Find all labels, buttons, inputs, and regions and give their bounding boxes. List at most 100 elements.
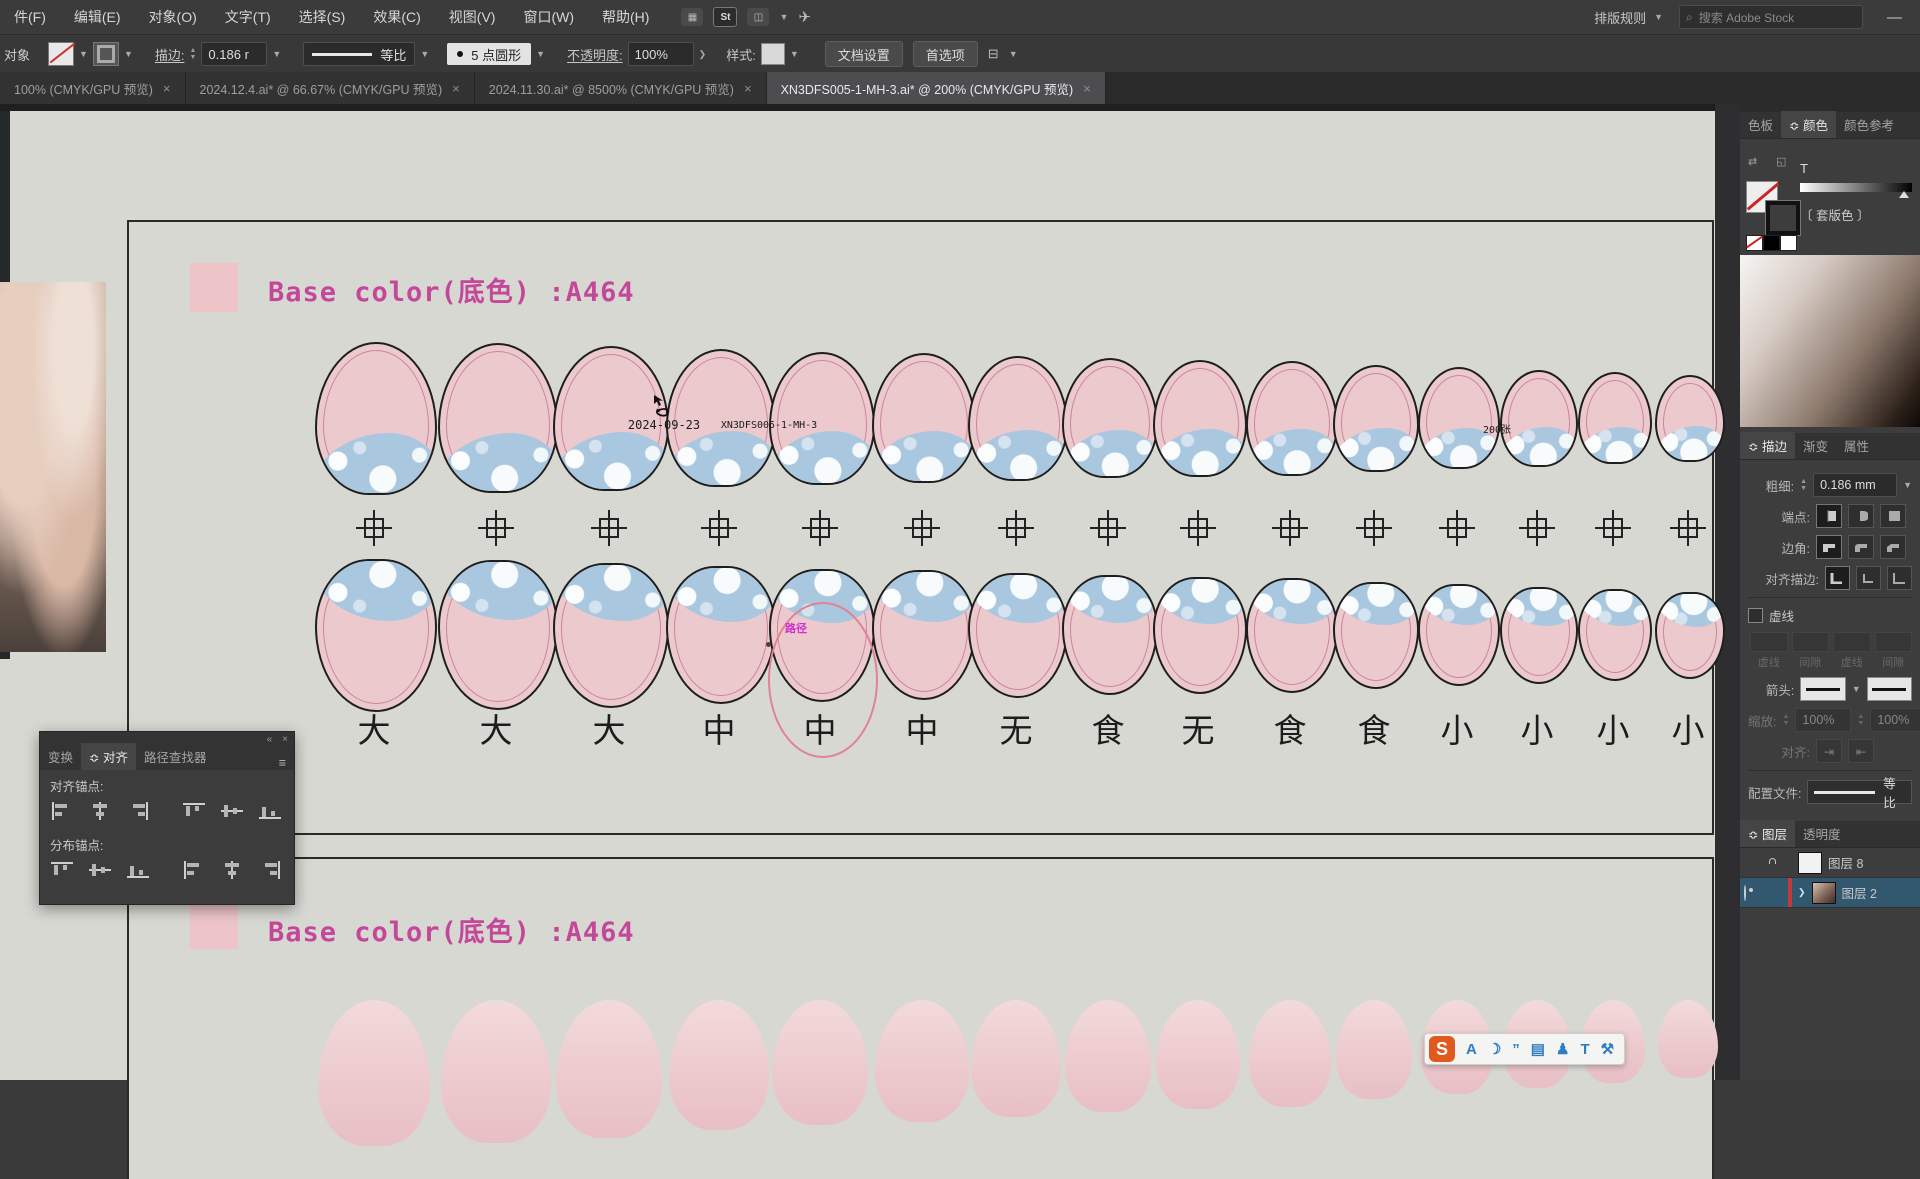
finger-size-label[interactable]: 大 — [593, 704, 626, 752]
align-bottom-icon[interactable] — [258, 801, 282, 821]
stroke-box-swatch[interactable] — [1766, 201, 1800, 235]
base-color-swatch-2[interactable] — [190, 900, 238, 949]
butt-cap-button[interactable] — [1816, 504, 1842, 528]
document-setup-button[interactable]: 文档设置 — [825, 41, 903, 67]
registration-mark-icon[interactable] — [904, 510, 940, 546]
stroke-color-swatch[interactable] — [93, 42, 119, 66]
registration-mark-icon[interactable] — [1439, 510, 1475, 546]
chevron-down-icon[interactable]: ▼ — [1903, 480, 1912, 490]
anchor-point[interactable] — [766, 642, 771, 647]
stroke-weight-stepper[interactable]: ▲▼ — [189, 47, 196, 61]
distribute-top-icon[interactable] — [50, 860, 74, 880]
finger-size-label[interactable]: 无 — [1000, 704, 1033, 752]
menu-视图(V)[interactable]: 视图(V) — [435, 0, 510, 34]
chevron-down-icon[interactable]: ▼ — [1852, 684, 1861, 694]
align-stroke-outside-button[interactable] — [1887, 566, 1912, 590]
registration-mark-icon[interactable] — [1595, 510, 1631, 546]
registration-mark-icon[interactable] — [1356, 510, 1392, 546]
nail-shape[interactable] — [1578, 372, 1652, 464]
distribute-left-icon[interactable] — [182, 860, 206, 880]
menu-文字(T)[interactable]: 文字(T) — [211, 0, 285, 34]
chevron-down-icon[interactable]: ▼ — [779, 12, 788, 22]
preferences-button[interactable]: 首选项 — [913, 41, 978, 67]
swap-colors-icon[interactable]: ⇄ — [1748, 155, 1757, 168]
arrowhead-end-select[interactable] — [1867, 677, 1912, 701]
toolbox-wrench-icon[interactable]: ⚒ — [1601, 1042, 1614, 1057]
weight-stepper[interactable]: ▲▼ — [1800, 478, 1807, 492]
align-stroke-inside-button[interactable] — [1856, 566, 1881, 590]
document-tab[interactable]: 2024.11.30.ai* @ 8500% (CMYK/GPU 预览)× — [475, 72, 767, 104]
layer-thumbnail[interactable] — [1812, 882, 1836, 904]
align-options-icon[interactable]: ⊟ — [988, 46, 999, 62]
share-icon[interactable]: ✈ — [798, 8, 811, 26]
dashed-line-checkbox[interactable] — [1748, 608, 1763, 623]
round-cap-button[interactable] — [1848, 504, 1874, 528]
base-color-swatch-1[interactable] — [190, 263, 238, 312]
registration-mark-icon[interactable] — [1519, 510, 1555, 546]
layers-tab-透明度[interactable]: 透明度 — [1795, 820, 1849, 847]
finger-size-label[interactable]: 小 — [1441, 704, 1474, 752]
layer-row[interactable]: 图层 8 — [1740, 848, 1920, 878]
panel-collapse-icon[interactable]: « — [267, 734, 273, 745]
variable-width-profile-select[interactable]: 等比 — [303, 42, 415, 66]
arrow-align-tip-button[interactable]: ⇥ — [1816, 739, 1842, 763]
layers-tab-图层[interactable]: ≎ 图层 — [1740, 820, 1795, 847]
sogou-logo-icon[interactable]: S — [1429, 1036, 1455, 1062]
tab-close-icon[interactable]: × — [744, 81, 752, 96]
finger-size-label[interactable]: 小 — [1521, 704, 1554, 752]
layer-name[interactable]: 图层 8 — [1828, 853, 1863, 872]
weight-input[interactable]: 0.186 mm — [1813, 473, 1897, 497]
layer-thumbnail[interactable] — [1798, 852, 1822, 874]
chevron-down-icon[interactable]: ▼ — [790, 49, 799, 59]
halfwidth-moon-icon[interactable]: ☽ — [1488, 1042, 1501, 1057]
user-icon[interactable]: ♟ — [1556, 1042, 1569, 1057]
arrange-documents-icon[interactable]: ◫ — [747, 8, 769, 26]
chevron-down-icon[interactable]: ▼ — [124, 49, 133, 59]
finger-size-label[interactable]: 大 — [358, 704, 391, 752]
tint-ramp-slider[interactable] — [1800, 183, 1912, 192]
white-swatch[interactable] — [1780, 235, 1797, 251]
canvas-area[interactable]: Base color(底色) :A464 Base color(底色) :A46… — [0, 104, 1740, 1080]
bridge-icon[interactable]: ▦ — [681, 8, 703, 26]
chevron-right-icon[interactable]: ❯ — [699, 49, 707, 60]
arrow-scale-start[interactable]: 100% — [1795, 708, 1851, 732]
finger-size-label[interactable]: 小 — [1597, 704, 1630, 752]
align-v-center-icon[interactable] — [220, 801, 244, 821]
align-left-icon[interactable] — [50, 801, 74, 821]
color-tab-颜色参考[interactable]: 颜色参考 — [1836, 111, 1902, 138]
stock-search-input[interactable]: ⌕ 搜索 Adobe Stock — [1679, 5, 1863, 29]
menu-效果(C)[interactable]: 效果(C) — [359, 0, 434, 34]
align-stroke-center-button[interactable] — [1825, 566, 1850, 590]
document-tab[interactable]: XN3DFS005-1-MH-3.ai* @ 200% (CMYK/GPU 预览… — [767, 72, 1106, 104]
opacity-label[interactable]: 不透明度: — [567, 45, 623, 64]
dash-input[interactable] — [1833, 632, 1871, 652]
arrowhead-start-select[interactable] — [1800, 677, 1845, 701]
registration-mark-icon[interactable] — [1180, 510, 1216, 546]
menu-编辑(E)[interactable]: 编辑(E) — [60, 0, 135, 34]
arrow-align-end-button[interactable]: ⇤ — [1848, 739, 1874, 763]
align-top-icon[interactable] — [182, 801, 206, 821]
chevron-down-icon[interactable]: ▼ — [1009, 49, 1018, 59]
projecting-cap-button[interactable] — [1880, 504, 1906, 528]
panel-menu-icon[interactable]: ≡ — [271, 756, 294, 770]
menu-选择(S)[interactable]: 选择(S) — [285, 0, 360, 34]
menu-对象(O)[interactable]: 对象(O) — [135, 0, 211, 34]
brush-definition-select[interactable]: 5 点圆形 — [447, 43, 531, 65]
quantity-annotation[interactable]: 200张 — [1483, 421, 1511, 436]
visibility-eye-icon[interactable] — [1744, 886, 1762, 900]
stock-icon[interactable]: St — [713, 7, 737, 27]
miter-join-button[interactable] — [1816, 535, 1842, 559]
chevron-down-icon[interactable]: ▼ — [536, 49, 545, 59]
arrow-scale-end[interactable]: 100% — [1870, 708, 1920, 732]
finger-size-label[interactable]: 食 — [1092, 704, 1125, 752]
window-minimize-button[interactable]: — — [1879, 9, 1910, 26]
alignpanel-tab-路径查找器[interactable]: 路径查找器 — [136, 743, 215, 770]
document-tab[interactable]: 100% (CMYK/GPU 预览)× — [0, 72, 186, 104]
sku-annotation[interactable]: XN3DFS005-1-MH-3 — [721, 420, 817, 431]
stroke-tab-描边[interactable]: ≎ 描边 — [1740, 432, 1795, 459]
panel-close-icon[interactable]: × — [282, 734, 288, 745]
alignpanel-tab-变换[interactable]: 变换 — [40, 743, 81, 770]
graphic-style-swatch[interactable] — [761, 43, 785, 65]
distribute-right-icon[interactable] — [258, 860, 282, 880]
align-right-icon[interactable] — [126, 801, 150, 821]
